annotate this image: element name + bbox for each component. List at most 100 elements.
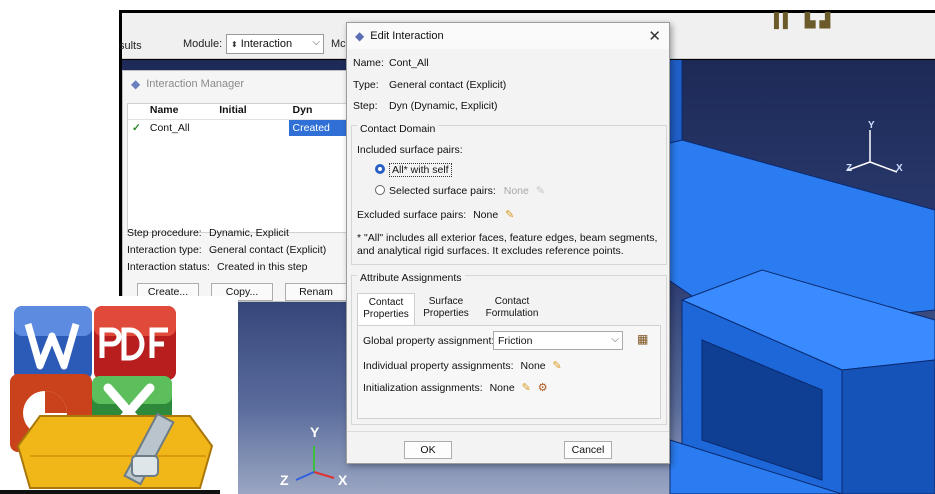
tab-label-line1: Surface bbox=[428, 296, 464, 307]
module-select[interactable]: ⬍ Interaction ⌵ bbox=[226, 34, 324, 54]
triad-x-label: X bbox=[896, 163, 903, 174]
excluded-pairs-row: Excluded surface pairs: None ✎ bbox=[357, 208, 514, 221]
row-name[interactable]: Cont_All bbox=[146, 122, 215, 134]
triad-z-label: Z bbox=[846, 163, 853, 174]
name-value: Cont_All bbox=[389, 57, 429, 69]
name-row: Name: Cont_All bbox=[353, 57, 429, 69]
excluded-pairs-label: Excluded surface pairs: bbox=[357, 209, 467, 221]
model-label: Mc bbox=[331, 38, 346, 50]
global-property-label: Global property assignment: bbox=[363, 335, 495, 347]
initialization-row: Initialization assignments: None ✎ ⚙ bbox=[363, 381, 548, 394]
step-label: Step: bbox=[353, 100, 378, 112]
interaction-table: Name Initial Dyn ✓ Cont_All Created bbox=[127, 103, 351, 233]
option-selected-label: Selected surface pairs: bbox=[389, 185, 496, 197]
excluded-pairs-value: None bbox=[473, 209, 499, 221]
contact-domain-title: Contact Domain bbox=[357, 123, 439, 135]
step-procedure-label: Step procedure: bbox=[127, 227, 202, 239]
global-property-value: Friction bbox=[498, 334, 533, 347]
toolbar-tool-icons[interactable]: ▐▌ ▙▟ bbox=[769, 12, 834, 29]
step-value: Dyn (Dynamic, Explicit) bbox=[389, 100, 498, 112]
rename-button[interactable]: Renam bbox=[285, 283, 347, 301]
individual-property-label: Individual property assignments: bbox=[363, 360, 514, 372]
step-procedure-info: Step procedure: Dynamic, Explicit bbox=[127, 227, 289, 239]
row-dyn-status[interactable]: Created bbox=[288, 120, 350, 136]
edit-pencil-icon[interactable]: ✎ bbox=[553, 360, 562, 372]
results-tab[interactable]: sults bbox=[119, 40, 142, 52]
tab-label-line2: Formulation bbox=[485, 308, 539, 319]
close-icon[interactable]: ✕ bbox=[648, 27, 661, 45]
initialization-value: None bbox=[489, 382, 515, 394]
active-check-icon[interactable]: ✓ bbox=[128, 122, 146, 134]
tab-contact-properties[interactable]: Contact Properties bbox=[357, 293, 415, 325]
abaqus-diamond-icon: ◆ bbox=[131, 77, 141, 91]
triad-small-x-label: X bbox=[338, 472, 348, 488]
note-line-2: and analytical rigid surfaces. It exclud… bbox=[357, 245, 624, 257]
tab-label-line1: Contact bbox=[494, 296, 530, 307]
property-manager-icon[interactable]: ▦ bbox=[637, 332, 648, 346]
interaction-manager-dialog: ◆ Interaction Manager Name Initial Dyn ✓… bbox=[122, 70, 351, 302]
tab-surface-properties[interactable]: Surface Properties bbox=[417, 296, 475, 325]
spin-arrows-icon: ⬍ bbox=[231, 39, 238, 49]
individual-property-value: None bbox=[520, 360, 546, 372]
option-all-with-self[interactable]: All* with self bbox=[375, 163, 452, 177]
tab-label-line2: Properties bbox=[363, 309, 409, 320]
interaction-status-label: Interaction status: bbox=[127, 261, 210, 273]
triad-y-label: Y bbox=[868, 120, 875, 131]
interaction-manager-titlebar[interactable]: ◆ Interaction Manager bbox=[123, 71, 349, 97]
individual-property-row: Individual property assignments: None ✎ bbox=[363, 359, 562, 372]
tab-label-line2: Properties bbox=[423, 308, 469, 319]
triad-small-x-axis bbox=[313, 471, 335, 479]
tab-label-line1: Contact bbox=[368, 297, 404, 308]
abaqus-diamond-icon: ◆ bbox=[355, 29, 365, 43]
edit-pencil-icon: ✎ bbox=[535, 185, 545, 197]
initialization-label: Initialization assignments: bbox=[363, 382, 483, 394]
global-property-select[interactable]: Friction ⌵ bbox=[493, 331, 623, 350]
header-initial[interactable]: Initial bbox=[215, 104, 288, 119]
edit-pencil-icon[interactable]: ✎ bbox=[522, 382, 531, 394]
radio-selected-pairs[interactable] bbox=[375, 185, 385, 195]
footer-divider bbox=[347, 431, 669, 432]
table-header: Name Initial Dyn bbox=[128, 104, 350, 120]
step-procedure-value: Dynamic, Explicit bbox=[209, 227, 289, 239]
header-dyn[interactable]: Dyn bbox=[289, 104, 350, 119]
interaction-manager-title: Interaction Manager bbox=[146, 78, 245, 90]
edit-interaction-titlebar[interactable]: ◆ Edit Interaction bbox=[347, 23, 669, 49]
interaction-type-info: Interaction type: General contact (Explic… bbox=[127, 244, 326, 256]
tab-contact-formulation[interactable]: Contact Formulation bbox=[477, 296, 547, 325]
interaction-status-info: Interaction status: Created in this step bbox=[127, 261, 307, 273]
type-row: Type: General contact (Explicit) bbox=[353, 79, 506, 91]
type-label: Type: bbox=[353, 79, 379, 91]
option-selected-pairs[interactable]: Selected surface pairs: None ✎ bbox=[375, 184, 545, 197]
step-row: Step: Dyn (Dynamic, Explicit) bbox=[353, 100, 498, 112]
edit-pencil-icon[interactable]: ✎ bbox=[505, 209, 514, 221]
triad-small-z-label: Z bbox=[280, 472, 289, 488]
initialization-manager-icon[interactable]: ⚙ bbox=[538, 382, 548, 394]
note-line-1: * "All" includes all exterior faces, fea… bbox=[357, 232, 658, 244]
table-row[interactable]: ✓ Cont_All Created bbox=[128, 120, 350, 136]
ok-button[interactable]: OK bbox=[404, 441, 452, 459]
interaction-type-label: Interaction type: bbox=[127, 244, 202, 256]
name-label: Name: bbox=[353, 57, 384, 69]
module-label: Module: bbox=[183, 38, 223, 50]
office-suite-logo bbox=[0, 296, 238, 494]
type-value: General contact (Explicit) bbox=[389, 79, 507, 91]
edit-interaction-dialog: ◆ Edit Interaction ✕ Name: Cont_All Type:… bbox=[346, 22, 670, 464]
chevron-down-icon: ⌵ bbox=[611, 334, 619, 345]
option-all-label: All* with self bbox=[389, 163, 452, 177]
attribute-assignments-title: Attribute Assignments bbox=[357, 272, 465, 284]
cancel-button[interactable]: Cancel bbox=[564, 441, 612, 459]
included-surface-pairs-label: Included surface pairs: bbox=[357, 144, 463, 156]
interaction-type-value: General contact (Explicit) bbox=[209, 244, 327, 256]
header-spacer bbox=[128, 104, 146, 119]
part-side-face bbox=[841, 359, 935, 494]
triad-x-axis bbox=[869, 161, 898, 173]
selected-pairs-value: None bbox=[503, 185, 529, 197]
module-select-value: Interaction bbox=[240, 38, 293, 50]
header-name[interactable]: Name bbox=[146, 104, 215, 119]
radio-all-with-self[interactable] bbox=[375, 164, 385, 174]
interaction-status-value: Created in this step bbox=[217, 261, 308, 273]
edit-interaction-title: Edit Interaction bbox=[370, 30, 444, 42]
triad-small-z-axis bbox=[295, 471, 315, 481]
triad-small-y-label: Y bbox=[310, 424, 320, 440]
chevron-down-icon: ⌵ bbox=[312, 37, 320, 48]
